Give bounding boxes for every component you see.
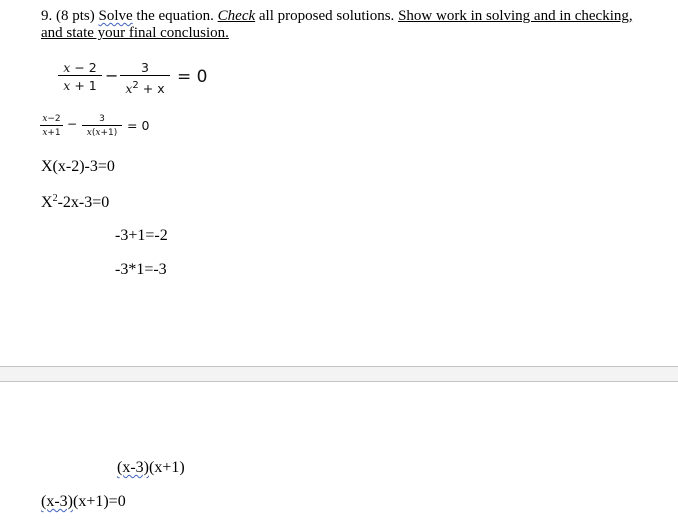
- minus-operator: −: [105, 66, 119, 85]
- question-points: (8 pts): [56, 8, 95, 24]
- question-line-2: and state your final conclusion.: [41, 25, 229, 41]
- equals-zero: = 0: [177, 67, 208, 87]
- minus-operator: −: [67, 117, 78, 131]
- factored-equation: (x-3)(x+1)=0: [41, 493, 126, 511]
- fraction-1-numerator: x − 2: [63, 60, 97, 75]
- product-check-line: -3*1=-3: [115, 261, 167, 278]
- fraction-2: 3 x(x+1): [82, 114, 122, 138]
- question-number: 9.: [41, 8, 53, 24]
- check-word: Check: [217, 8, 256, 24]
- fraction-2: 3 x2 + x: [120, 60, 170, 96]
- factor-x-plus-1-equals-zero: (x+1)=0: [72, 493, 126, 510]
- page-break-separator: [0, 366, 678, 382]
- fraction-2-denominator: x(x+1): [86, 128, 118, 138]
- fraction-1-denominator: x + 1: [63, 78, 97, 93]
- question-text-2: all proposed solutions.: [255, 8, 399, 24]
- factored-expression: (x-3)(x+1): [117, 459, 185, 477]
- fraction-2-denominator: x2 + x: [125, 80, 165, 96]
- question-line-1: 9. (8 pts) Solve the equation. Check all…: [41, 8, 633, 25]
- factor-x-minus-3: (x-3): [41, 493, 73, 510]
- work-line-1: X(x-2)-3=0: [41, 158, 115, 175]
- question-text-1: the equation.: [132, 8, 218, 24]
- equals-zero: = 0: [127, 118, 150, 133]
- solve-word: Solve: [98, 8, 133, 24]
- fraction-2-numerator: 3: [99, 114, 105, 124]
- fraction-1-numerator: x−2: [42, 114, 61, 124]
- work-line-2: X2-2x-3=0: [41, 193, 110, 211]
- fraction-2-numerator: 3: [141, 60, 149, 75]
- fraction-1: x − 2 x + 1: [58, 60, 102, 93]
- factor-x-plus-1: (x+1): [148, 459, 185, 476]
- fraction-1-denominator: x+1: [42, 128, 61, 138]
- show-work-instruction: Show work in solving and in checking,: [398, 8, 633, 24]
- sum-check-line: -3+1=-2: [115, 227, 168, 244]
- fraction-1: x−2 x+1: [40, 114, 63, 138]
- factor-x-minus-3: (x-3): [117, 459, 149, 476]
